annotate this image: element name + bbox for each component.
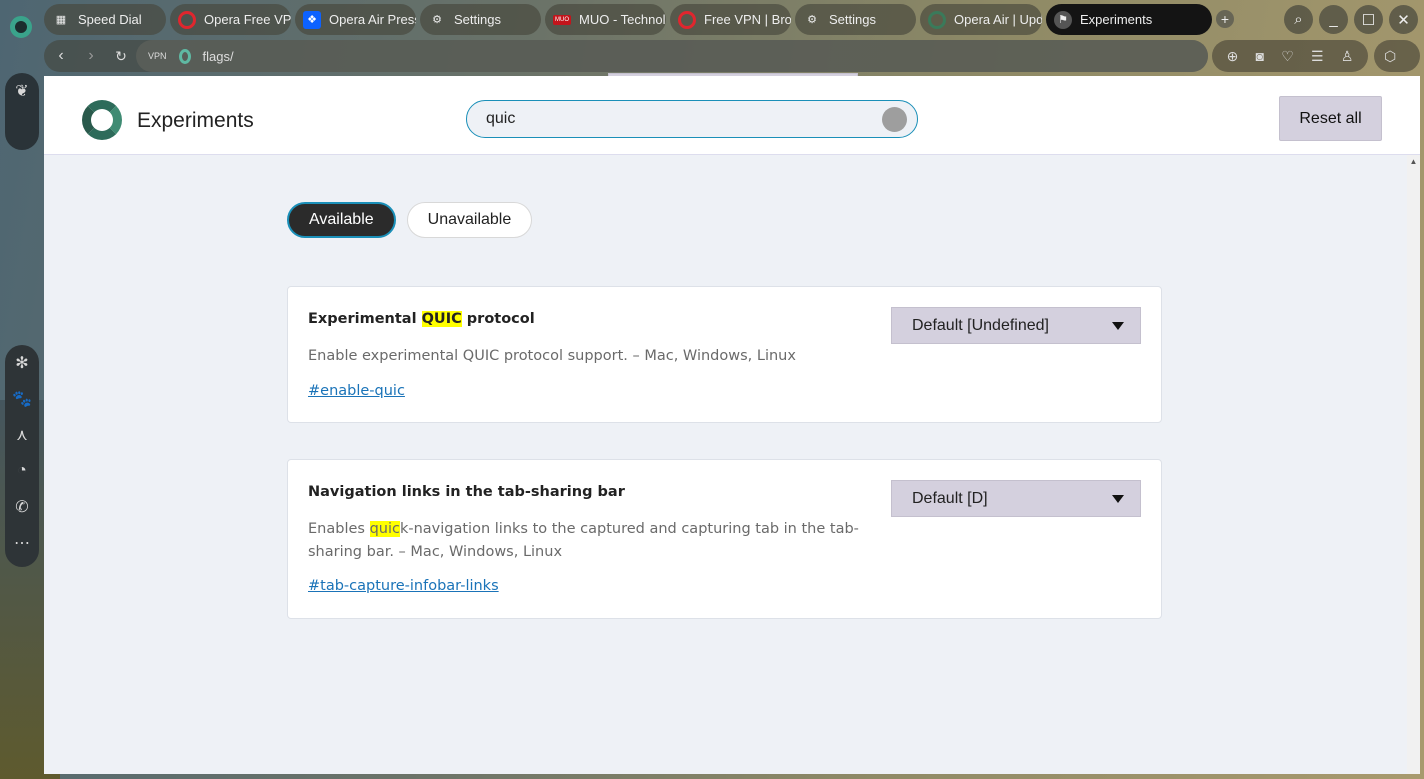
reset-all-button[interactable]: Reset all <box>1279 96 1382 141</box>
tab-muo[interactable]: MUO MUO - Technolo <box>545 4 666 35</box>
vpn-badge[interactable]: VPN <box>148 51 167 61</box>
opera-icon <box>678 10 696 29</box>
opera-icon <box>178 48 191 64</box>
sidebar-apps: ✻ 🐾 ⋏ ◔ ✆ ⋯ <box>5 345 39 567</box>
close-button[interactable]: ✕ <box>1389 5 1418 34</box>
heart-icon[interactable]: ♡ <box>1281 48 1294 65</box>
flag-description: Enables quick-navigation links to the ca… <box>308 521 859 560</box>
profile-icon[interactable]: ♙ <box>1341 48 1354 65</box>
tab-settings[interactable]: ⚙ Settings <box>420 4 541 35</box>
tab-free-vpn[interactable]: Free VPN | Brow <box>670 4 791 35</box>
camera-icon[interactable]: ◙ <box>1256 48 1264 64</box>
page-header: Experiments quic Reset all <box>44 76 1420 155</box>
easy-setup-icon[interactable]: ☰ <box>1311 48 1324 65</box>
new-tab-button[interactable]: + <box>1216 10 1234 28</box>
grid-icon: ▦ <box>55 14 67 26</box>
pinwheel-icon[interactable]: ✻ <box>5 345 39 381</box>
flags-page: Experiments quic Reset all ▲ Available U… <box>44 76 1420 774</box>
tab-opera-free-vpn[interactable]: Opera Free VPN <box>170 4 291 35</box>
opera-air-icon <box>928 10 946 29</box>
reload-icon[interactable]: ↻ <box>108 48 134 65</box>
tab-experiments[interactable]: ⚑ Experiments <box>1046 4 1212 35</box>
more-icon[interactable]: ⋯ <box>5 525 39 561</box>
search-input[interactable]: quic <box>466 100 918 138</box>
dropdown-arrow-icon <box>1112 495 1124 503</box>
gear-icon: ⚙ <box>432 14 442 26</box>
tab-opera-air[interactable]: Opera Air | Upd <box>920 4 1042 35</box>
tab-settings-2[interactable]: ⚙ Settings <box>795 4 916 35</box>
minimize-button[interactable]: _ <box>1319 5 1348 34</box>
url-field[interactable]: VPN flags/ <box>136 40 1208 72</box>
flag-description: Enable experimental QUIC protocol suppor… <box>308 348 796 364</box>
url-text[interactable]: flags/ <box>203 49 234 64</box>
maximize-button[interactable]: ☐ <box>1354 5 1383 34</box>
whatsapp-icon[interactable]: ✆ <box>5 489 39 525</box>
flag-select[interactable]: Default [Undefined] <box>891 307 1141 344</box>
tab-available[interactable]: Available <box>287 202 396 238</box>
search-value: quic <box>486 110 516 127</box>
sidebar-air-icon[interactable]: ❦ <box>5 73 39 109</box>
extensions-button[interactable]: ⬡ <box>1374 40 1420 72</box>
paw-icon[interactable]: 🐾 <box>5 381 39 417</box>
address-bar: ‹ › ↻ VPN flags/ <box>44 40 1208 72</box>
dropbox-icon: ❖ <box>303 10 321 29</box>
opera-logo-icon <box>82 100 122 140</box>
scrollbar[interactable]: ▲ <box>1407 155 1420 774</box>
opera-icon <box>178 10 196 29</box>
tab-speed-dial[interactable]: ▦ Speed Dial <box>44 4 166 35</box>
flag-select[interactable]: Default [D] <box>891 480 1141 517</box>
aria-icon[interactable]: ⋏ <box>5 417 39 453</box>
opera-logo-icon[interactable] <box>10 16 32 38</box>
flag-icon: ⚑ <box>1054 10 1072 29</box>
flag-card: Navigation links in the tab-sharing bar … <box>287 459 1162 619</box>
flag-card: Experimental QUIC protocol Enable experi… <box>287 286 1162 423</box>
flag-title: Navigation links in the tab-sharing bar <box>308 484 625 500</box>
flag-link[interactable]: #enable-quic <box>308 383 405 399</box>
messenger-icon[interactable]: ◔ <box>5 453 39 489</box>
tab-strip: ▦Speed Dial Opera Free VPN ❖Opera Air Pr… <box>44 4 1234 35</box>
sidebar-top: ☆ ❦ <box>5 73 858 150</box>
flag-title: Experimental QUIC protocol <box>308 311 535 327</box>
cube-icon: ⬡ <box>1384 47 1397 64</box>
tab-unavailable[interactable]: Unavailable <box>406 202 533 238</box>
page-title: Experiments <box>137 109 254 132</box>
forward-icon[interactable]: › <box>78 47 104 65</box>
scroll-up-icon[interactable]: ▲ <box>1407 157 1420 166</box>
tab-opera-air-press[interactable]: ❖ Opera Air Press <box>295 4 416 35</box>
dropdown-arrow-icon <box>1112 322 1124 330</box>
flag-link[interactable]: #tab-capture-infobar-links <box>308 578 499 594</box>
muo-icon: MUO <box>553 14 571 25</box>
back-icon[interactable]: ‹ <box>48 47 74 65</box>
search-tabs-button[interactable]: ⌕ <box>1284 5 1313 34</box>
gear-icon: ⚙ <box>807 14 817 26</box>
clear-search-button[interactable] <box>882 107 907 132</box>
zoom-icon[interactable]: ⊕ <box>1227 48 1239 65</box>
